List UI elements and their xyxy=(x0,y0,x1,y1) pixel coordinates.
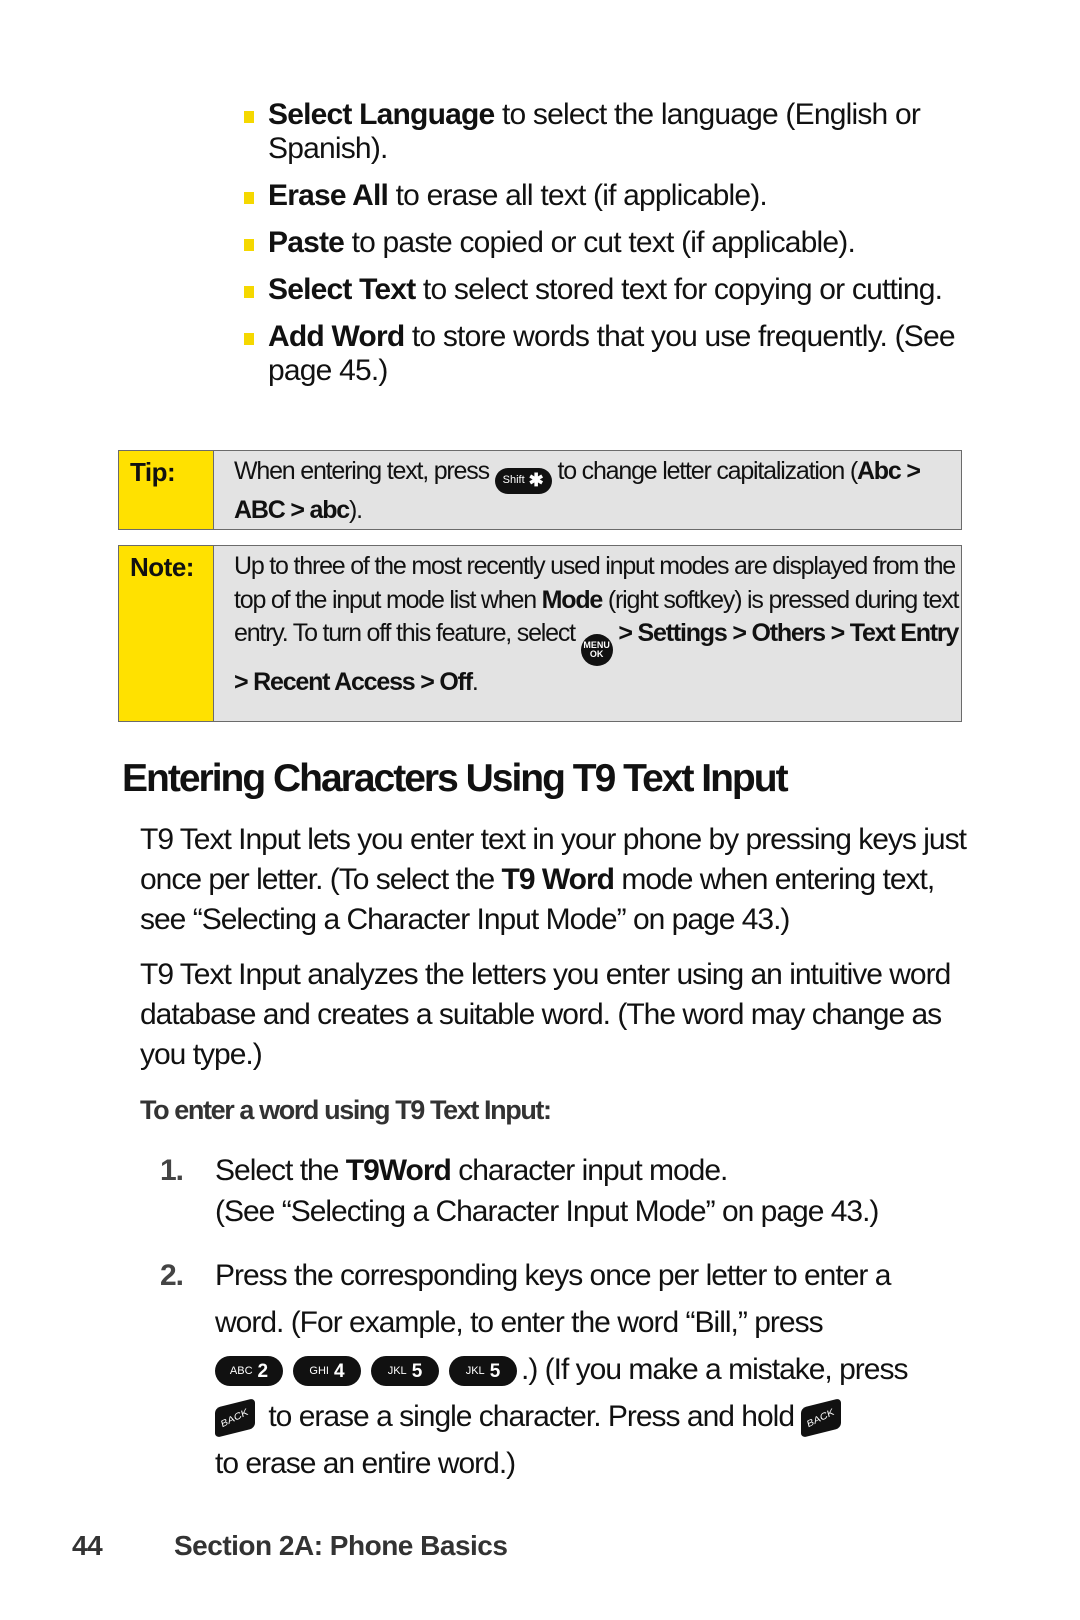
bullet-square-icon xyxy=(244,239,254,251)
option-desc: to paste copied or cut text (if applicab… xyxy=(344,226,856,259)
step-reference: (See “Selecting a Character Input Mode” … xyxy=(215,1195,879,1228)
note-body: Up to three of the most recently used in… xyxy=(214,546,961,721)
option-desc: to select stored text for copying or cut… xyxy=(415,273,943,306)
tip-label: Tip: xyxy=(119,451,214,529)
tip-body: When entering text, press Shift ✱ to chan… xyxy=(214,451,961,529)
shift-key-icon: Shift ✱ xyxy=(494,467,552,494)
step-item: 1. Select the T9Word character input mod… xyxy=(160,1150,960,1232)
back-key-icon: BACK xyxy=(801,1398,842,1439)
step-number: 2. xyxy=(160,1259,184,1292)
steps-list: 1. Select the T9Word character input mod… xyxy=(160,1150,960,1507)
key-5-icon: JKL 5 xyxy=(371,1356,439,1387)
options-list: Select Language to select the language (… xyxy=(240,98,960,401)
menu-ok-key-icon: MENU OK xyxy=(580,634,613,666)
bullet-square-icon xyxy=(244,111,254,123)
list-item: Select Language to select the language (… xyxy=(240,98,960,166)
back-key-icon: BACK xyxy=(215,1398,255,1439)
t9-word-term: T9 Word xyxy=(501,863,615,896)
key-digit: 2 xyxy=(257,1360,269,1382)
list-item: Erase All to erase all text (if applicab… xyxy=(240,179,960,213)
shift-key-label: Shift xyxy=(502,474,525,486)
tip-text: When entering text, press xyxy=(234,457,495,485)
step-text: Select the xyxy=(215,1154,346,1187)
star-icon: ✱ xyxy=(528,470,544,490)
bullet-square-icon xyxy=(244,192,254,204)
key-5-icon: JKL 5 xyxy=(449,1356,517,1387)
key-digit: 5 xyxy=(489,1360,501,1382)
intro-paragraph: T9 Text Input lets you enter text in you… xyxy=(140,820,970,940)
step-text: to erase a single character. Press and h… xyxy=(261,1400,802,1433)
key-2-icon: ABC 2 xyxy=(215,1356,283,1387)
procedure-subheading: To enter a word using T9 Text Input: xyxy=(140,1095,552,1125)
section-title: Section 2A: Phone Basics xyxy=(174,1530,508,1561)
list-item: Select Text to select stored text for co… xyxy=(240,273,960,307)
step-text: character input mode. xyxy=(450,1154,728,1187)
key-letters: GHI xyxy=(309,1364,329,1377)
key-letters: JKL xyxy=(465,1364,485,1377)
mode-abc-title: Abc xyxy=(856,457,902,485)
separator: > xyxy=(900,457,921,485)
mode-softkey-label: Mode xyxy=(541,585,604,614)
note-callout: Note: Up to three of the most recently u… xyxy=(118,545,962,722)
t9word-term: T9Word xyxy=(345,1154,452,1187)
ok-key-label: OK xyxy=(589,649,604,659)
step-text: Press the corresponding keys once per le… xyxy=(215,1259,891,1339)
step-item: 2. Press the corresponding keys once per… xyxy=(160,1252,960,1487)
mode-abc-lower: abc xyxy=(309,495,350,524)
option-term: Select Text xyxy=(268,273,416,306)
option-term: Erase All xyxy=(268,179,389,212)
page-number: 44 xyxy=(72,1530,103,1561)
tip-text: ). xyxy=(348,495,363,524)
bullet-square-icon xyxy=(244,333,254,345)
key-4-icon: GHI 4 xyxy=(293,1356,361,1387)
key-digit: 5 xyxy=(411,1360,423,1382)
list-item: Paste to paste copied or cut text (if ap… xyxy=(240,226,960,260)
back-key-label: BACK xyxy=(220,1406,250,1430)
step-number: 1. xyxy=(160,1154,184,1187)
key-letters: ABC xyxy=(229,1364,253,1377)
key-digit: 4 xyxy=(333,1360,345,1382)
section-heading: Entering Characters Using T9 Text Input xyxy=(122,757,789,800)
option-term: Paste xyxy=(268,226,345,259)
option-term: Add Word xyxy=(268,320,405,353)
list-item: Add Word to store words that you use fre… xyxy=(240,320,960,388)
tip-text: to change letter capitalization ( xyxy=(551,457,858,485)
tip-callout: Tip: When entering text, press Shift ✱ to… xyxy=(118,450,962,530)
back-key-label: BACK xyxy=(806,1406,836,1430)
bullet-square-icon xyxy=(244,286,254,298)
note-label: Note: xyxy=(119,546,214,721)
step-text: to erase an entire word.) xyxy=(215,1447,516,1480)
key-letters: JKL xyxy=(387,1364,407,1377)
option-term: Select Language xyxy=(268,98,495,131)
note-text: . xyxy=(471,668,479,696)
separator: > xyxy=(284,495,310,524)
analysis-paragraph: T9 Text Input analyzes the letters you e… xyxy=(140,958,951,1071)
step-text: .) (If you make a mistake, press xyxy=(521,1353,908,1386)
mode-abc-upper: ABC xyxy=(234,495,286,524)
option-desc: to erase all text (if applicable). xyxy=(388,179,768,212)
page-footer: 44 Section 2A: Phone Basics xyxy=(72,1530,508,1562)
key-sequence: ABC 2 GHI 4 JKL 5 JKL 5 xyxy=(215,1356,517,1387)
